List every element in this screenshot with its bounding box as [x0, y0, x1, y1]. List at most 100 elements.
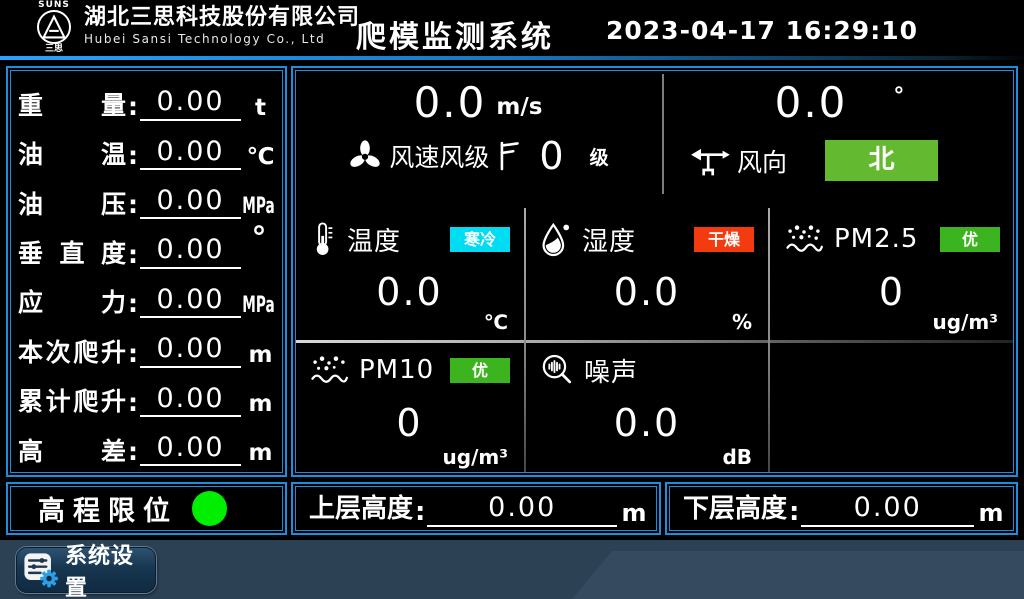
settings-button-label: 系统设置 [65, 538, 155, 599]
wind-section-divider [662, 74, 664, 194]
lower-height-unit: m [974, 499, 1004, 527]
grid-divider-vertical-1 [524, 208, 526, 472]
humidity-unit: % [732, 310, 752, 334]
environment-panel: 0.0 m/s 风速风级 [291, 66, 1018, 477]
noise-icon [540, 353, 574, 387]
pm10-dust-icon [309, 354, 349, 386]
metric-total-climb: 累计爬升: 0.00 m [18, 373, 277, 417]
metric-stress-unit: MPa [241, 293, 263, 318]
metric-weight: 重量: 0.00 t [18, 77, 277, 121]
humidity-status-badge: 干燥 [694, 227, 754, 252]
header-divider [0, 56, 1024, 60]
metric-weight-unit: t [241, 95, 277, 121]
noise-label: 噪声 [584, 352, 638, 389]
lower-height-value: 0.00 [801, 491, 974, 527]
wind-direction-badge: 北 [825, 140, 938, 181]
company-name-en: Hubei Sansi Technology Co., Ltd [84, 31, 360, 47]
pm25-value: 0 [772, 270, 1012, 314]
metrics-panel: 重量: 0.00 t 油温: 0.00 ℃ 油压: 0.00 MPa 垂直度: … [6, 66, 287, 477]
pm10-value: 0 [297, 401, 522, 445]
metric-oil-pressure-value: 0.00 [140, 185, 241, 219]
noise-unit: dB [722, 445, 752, 469]
wind-speed-value: 0.0 [414, 80, 487, 126]
temperature-cell: 温度 寒冷 0.0 ℃ [297, 214, 522, 338]
metric-current-climb-unit: m [241, 342, 277, 368]
wind-level-unit: 级 [590, 143, 609, 170]
upper-height-unit: m [617, 499, 647, 527]
noise-cell: 噪声 0.0 dB [528, 345, 766, 473]
pm10-unit: ug/m³ [443, 445, 508, 469]
wind-direction-unit: ° [893, 84, 904, 109]
temperature-value: 0.0 [297, 270, 522, 314]
wind-speed-label: 风速风级 [389, 138, 489, 174]
fan-icon [347, 138, 383, 174]
metric-current-climb: 本次爬升: 0.00 m [18, 324, 277, 368]
taskbar: 系统设置 [0, 540, 1024, 599]
metric-verticality-value: 0.00 [140, 234, 241, 268]
thermometer-icon [309, 220, 337, 258]
wind-direction-section: 0.0 ° 风向 北 [665, 70, 1014, 208]
noise-value: 0.0 [528, 401, 766, 445]
wind-direction-label: 风向 [737, 143, 787, 179]
pm10-cell: PM10 优 0 ug/m³ [297, 345, 522, 473]
humidity-value: 0.0 [528, 270, 766, 314]
metric-height-diff: 高差: 0.00 m [18, 422, 277, 466]
company-name-cn: 湖北三思科技股份有限公司 [84, 5, 360, 31]
lower-height-label: 下层高度 [683, 493, 787, 527]
metric-oil-pressure: 油压: 0.00 MPa [18, 175, 277, 219]
temperature-label: 温度 [347, 221, 401, 258]
wind-speed-unit: m/s [496, 94, 542, 120]
company-name: 湖北三思科技股份有限公司 Hubei Sansi Technology Co.,… [84, 5, 360, 47]
metric-total-climb-value: 0.00 [140, 383, 241, 417]
monitoring-screen: SUNS 三思 湖北三思科技股份有限公司 Hubei Sansi Technol… [0, 0, 1024, 599]
pm10-status-badge: 优 [450, 358, 510, 383]
temperature-unit: ℃ [484, 310, 508, 334]
metric-total-climb-unit: m [241, 391, 277, 417]
metric-verticality: 垂直度: 0.00 ° [18, 225, 277, 269]
pm25-label: PM2.5 [834, 224, 918, 254]
logo-triangle-icon [37, 10, 71, 44]
empty-cell [772, 345, 1012, 473]
elevation-limit-status-light [192, 491, 227, 526]
metric-oil-pressure-unit: MPa [241, 194, 263, 219]
elevation-limit-label: 高程限位 [38, 489, 178, 528]
wind-level-value: 0 [539, 136, 563, 176]
metric-stress-value: 0.00 [140, 284, 241, 318]
humidity-cell: 湿度 干燥 0.0 % [528, 214, 766, 338]
wind-vane-icon [689, 143, 731, 179]
metric-oil-temp: 油温: 0.00 ℃ [18, 126, 277, 170]
temperature-status-badge: 寒冷 [450, 227, 510, 252]
company-logo: SUNS 三思 [28, 1, 80, 55]
grid-divider-horizontal [296, 340, 1013, 343]
upper-height-label: 上层高度 [309, 493, 413, 527]
metric-oil-temp-unit: ℃ [241, 144, 277, 170]
upper-height-box: 上层高度: 0.00 m [291, 482, 661, 535]
header-bar: SUNS 三思 湖北三思科技股份有限公司 Hubei Sansi Technol… [0, 0, 1024, 56]
datetime-display: 2023-04-17 16:29:10 [606, 16, 918, 45]
elevation-limit-box: 高程限位 [6, 482, 287, 535]
wind-level-flag-icon [495, 139, 521, 173]
metric-height-diff-value: 0.00 [140, 432, 241, 466]
settings-sliders-gear-icon [23, 552, 59, 588]
taskbar-accent-shape [572, 551, 1024, 599]
upper-height-value: 0.00 [427, 491, 617, 527]
lower-height-box: 下层高度: 0.00 m [665, 482, 1018, 535]
pm25-cell: PM2.5 优 0 ug/m³ [772, 214, 1012, 338]
humidity-drop-icon [540, 221, 572, 257]
metric-oil-temp-value: 0.00 [140, 136, 241, 170]
pm25-status-badge: 优 [940, 227, 1000, 252]
pm25-dust-icon [784, 223, 824, 255]
metric-height-diff-unit: m [241, 440, 277, 466]
system-settings-button[interactable]: 系统设置 [16, 547, 156, 593]
humidity-label: 湿度 [582, 221, 636, 258]
logo-sansi-text: 三思 [28, 44, 80, 54]
grid-divider-vertical-2 [768, 208, 770, 472]
metric-current-climb-value: 0.00 [140, 333, 241, 367]
pm25-unit: ug/m³ [933, 310, 998, 334]
logo-suns-text: SUNS [28, 1, 80, 10]
metric-verticality-unit: ° [241, 225, 277, 252]
page-title: 爬模监测系统 [356, 12, 554, 56]
metric-stress: 应力: 0.00 MPa [18, 274, 277, 318]
wind-speed-section: 0.0 m/s 风速风级 [295, 70, 661, 208]
wind-direction-value: 0.0 [775, 80, 848, 126]
